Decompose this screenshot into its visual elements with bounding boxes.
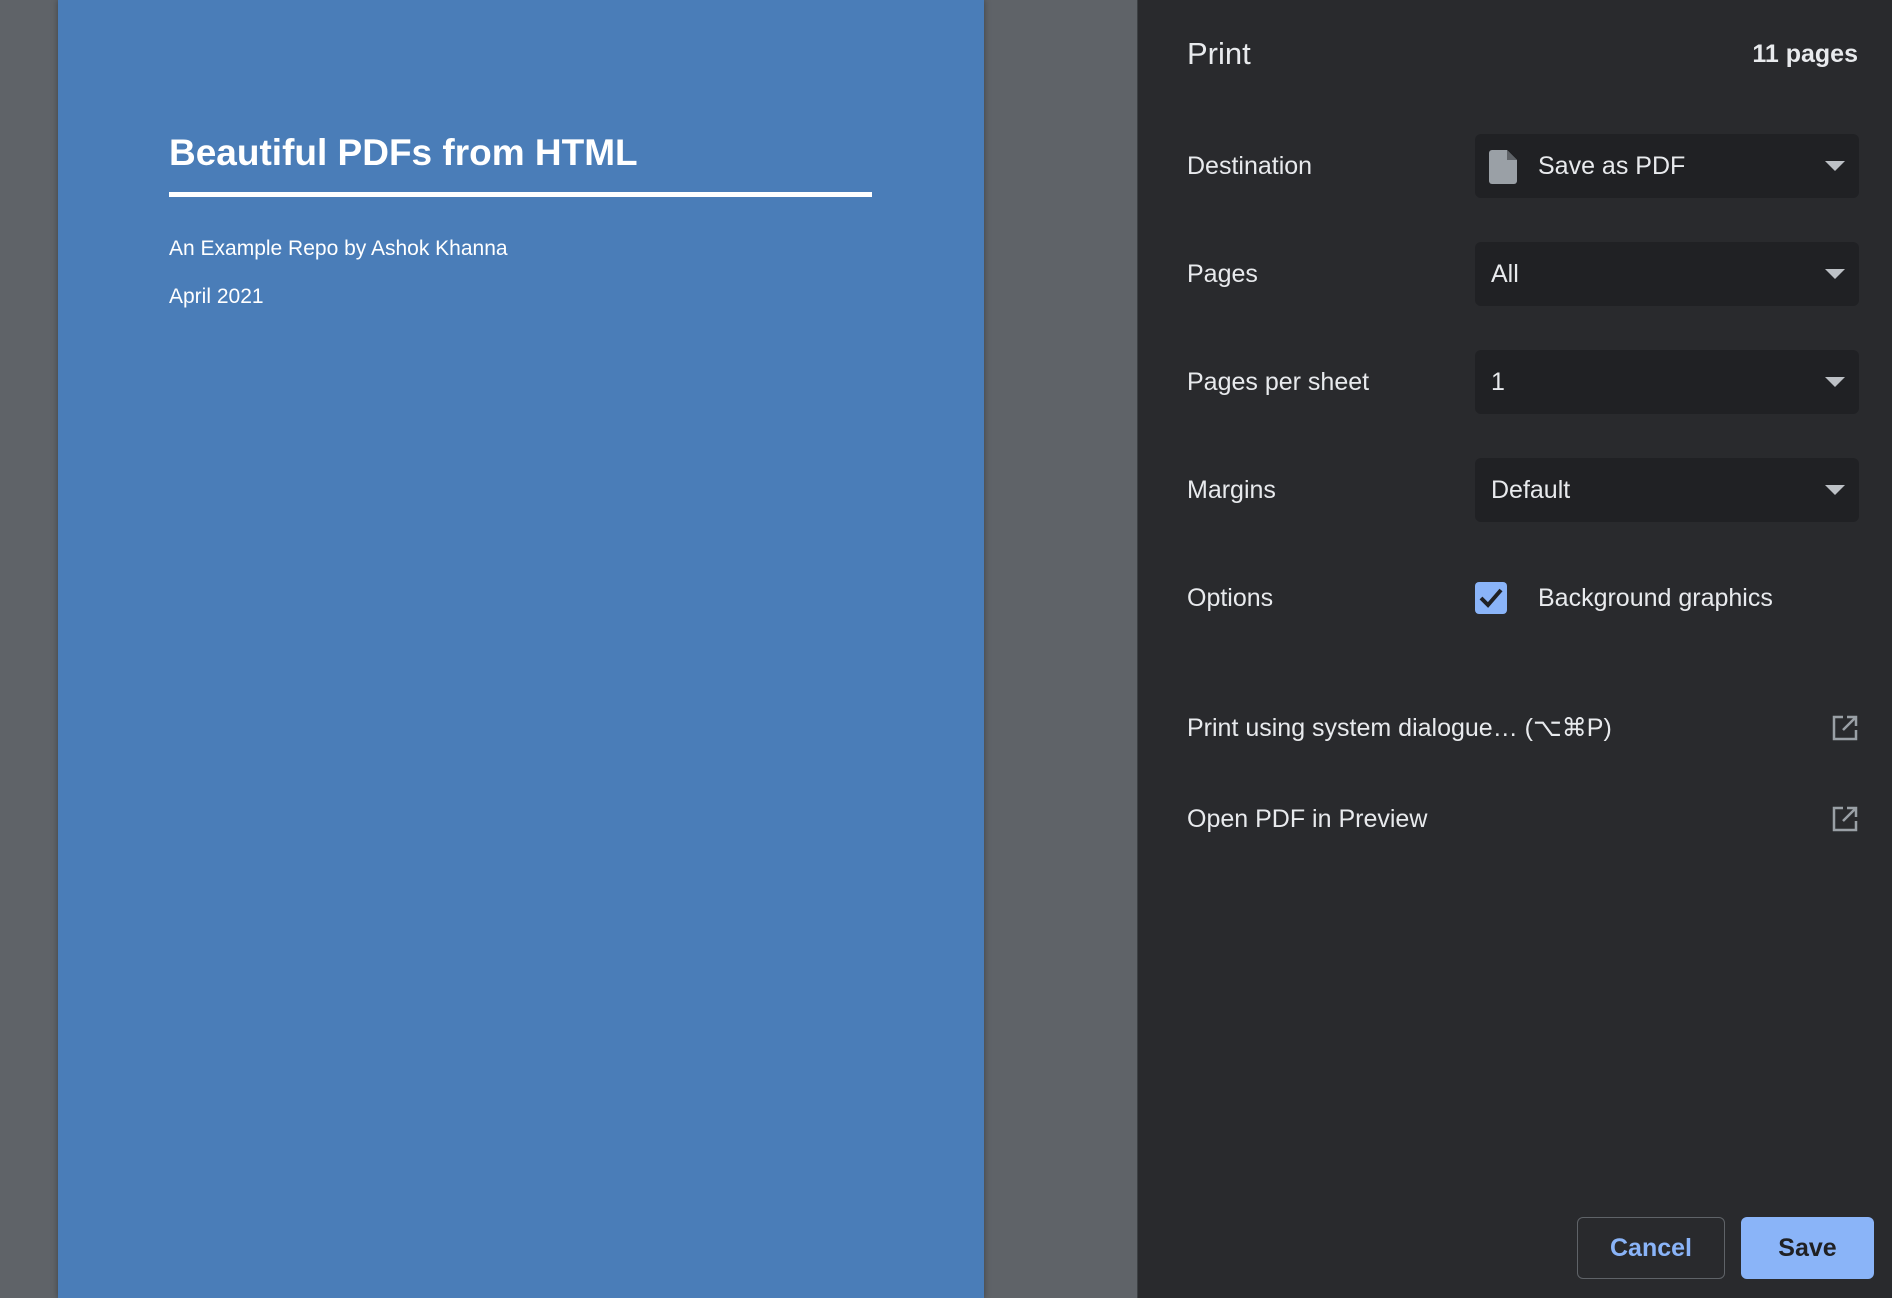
print-settings-panel: Print 11 pages Destination Save as PDF P… xyxy=(1137,0,1892,1298)
print-preview-area: Beautiful PDFs from HTML An Example Repo… xyxy=(0,0,1137,1298)
options-label: Options xyxy=(1187,584,1274,612)
destination-select[interactable]: Save as PDF xyxy=(1475,134,1859,198)
pages-label: Pages xyxy=(1187,260,1258,288)
chevron-down-icon xyxy=(1825,485,1845,495)
save-button[interactable]: Save xyxy=(1741,1217,1874,1279)
background-graphics-label[interactable]: Background graphics xyxy=(1538,566,1773,630)
open-pdf-in-preview-label: Open PDF in Preview xyxy=(1187,805,1428,833)
pages-select[interactable]: All xyxy=(1475,242,1859,306)
margins-value: Default xyxy=(1491,476,1571,504)
preview-page: Beautiful PDFs from HTML An Example Repo… xyxy=(58,0,984,1298)
destination-value: Save as PDF xyxy=(1538,152,1686,180)
panel-title: Print xyxy=(1187,36,1251,71)
chevron-down-icon xyxy=(1825,377,1845,387)
page-count: 11 pages xyxy=(1752,40,1858,68)
cancel-button[interactable]: Cancel xyxy=(1577,1217,1725,1279)
document-title: Beautiful PDFs from HTML xyxy=(169,132,638,173)
title-underline xyxy=(169,192,872,197)
chevron-down-icon xyxy=(1825,161,1845,171)
pages-per-sheet-row: Pages per sheet 1 xyxy=(1187,350,1859,414)
print-dialog: Beautiful PDFs from HTML An Example Repo… xyxy=(0,0,1892,1298)
pages-value: All xyxy=(1491,260,1519,288)
destination-row: Destination Save as PDF xyxy=(1187,134,1859,198)
destination-label: Destination xyxy=(1187,152,1313,180)
document-subtitle: An Example Repo by Ashok Khanna xyxy=(169,237,508,260)
pages-per-sheet-select[interactable]: 1 xyxy=(1475,350,1859,414)
options-row: Options Background graphics xyxy=(1187,566,1859,630)
background-graphics-checkbox[interactable] xyxy=(1475,582,1507,614)
margins-select[interactable]: Default xyxy=(1475,458,1859,522)
pages-row: Pages All xyxy=(1187,242,1859,306)
pages-per-sheet-label: Pages per sheet xyxy=(1187,368,1370,396)
document-date: April 2021 xyxy=(169,285,264,308)
open-external-icon xyxy=(1832,715,1858,741)
system-dialog-label: Print using system dialogue… (⌥⌘P) xyxy=(1187,714,1612,742)
open-external-icon xyxy=(1832,806,1858,832)
checkmark-icon xyxy=(1479,588,1503,608)
margins-row: Margins Default xyxy=(1187,458,1859,522)
margins-label: Margins xyxy=(1187,476,1276,504)
pages-per-sheet-value: 1 xyxy=(1491,368,1505,396)
file-icon xyxy=(1489,150,1517,184)
chevron-down-icon xyxy=(1825,269,1845,279)
system-dialog-link[interactable]: Print using system dialogue… (⌥⌘P) xyxy=(1187,700,1859,756)
open-pdf-in-preview-link[interactable]: Open PDF in Preview xyxy=(1187,791,1859,847)
